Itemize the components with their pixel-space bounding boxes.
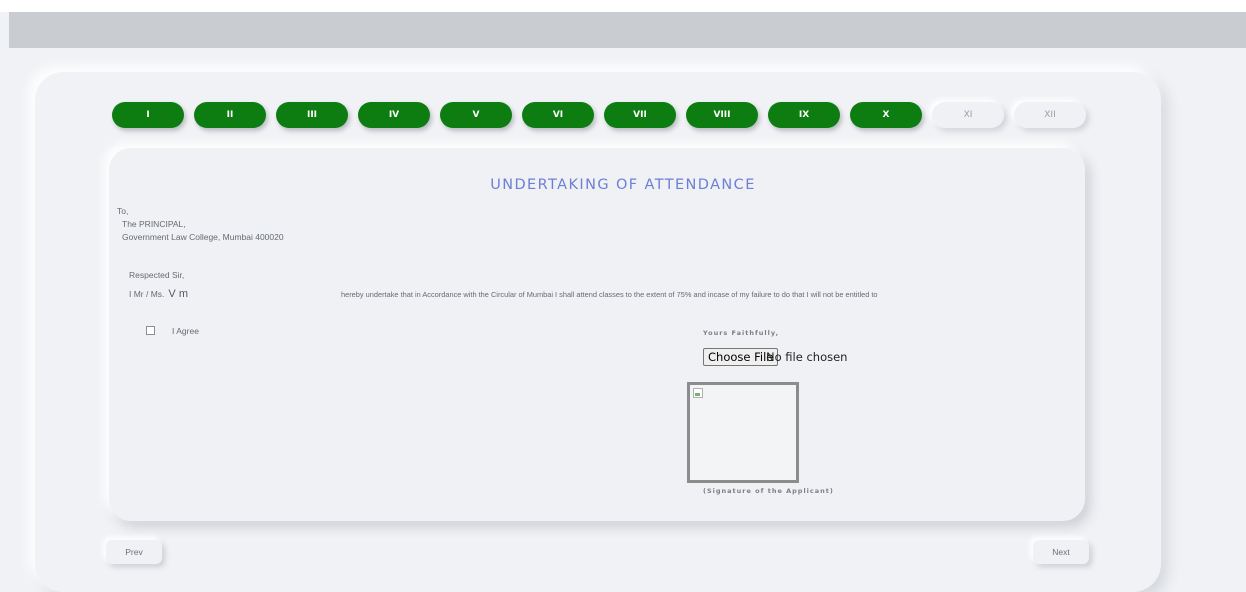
prev-button[interactable]: Prev [106, 540, 162, 564]
name-prefix: I Mr / Ms. [129, 289, 165, 299]
applicant-line: I Mr / Ms. V m [129, 288, 188, 300]
salutation: Respected Sir, [129, 270, 185, 280]
signature-preview [687, 382, 799, 483]
address-line-2: Government Law College, Mumbai 400020 [122, 232, 284, 242]
undertaking-text: hereby undertake that in Accordance with… [341, 290, 878, 299]
top-strip [0, 0, 1246, 12]
tab-step-9[interactable]: IX [768, 102, 840, 128]
tab-step-4[interactable]: IV [358, 102, 430, 128]
tab-step-2[interactable]: II [194, 102, 266, 128]
next-button[interactable]: Next [1033, 540, 1089, 564]
broken-image-icon [693, 388, 703, 398]
agree-label: I Agree [172, 326, 199, 336]
tab-step-12[interactable]: XII [1014, 102, 1086, 128]
tab-step-7[interactable]: VII [604, 102, 676, 128]
tab-step-5[interactable]: V [440, 102, 512, 128]
tab-step-1[interactable]: I [112, 102, 184, 128]
applicant-name: V m [168, 288, 188, 300]
tab-step-8[interactable]: VIII [686, 102, 758, 128]
undertaking-card [109, 148, 1085, 521]
address-line-1: The PRINCIPAL, [122, 219, 186, 229]
signature-caption: (Signature of the Applicant) [703, 487, 834, 495]
tab-step-10[interactable]: X [850, 102, 922, 128]
page-title: UNDERTAKING OF ATTENDANCE [490, 177, 756, 193]
yours-faithfully: Yours Faithfully, [703, 329, 780, 337]
agree-checkbox[interactable] [146, 326, 155, 335]
address-to: To, [117, 206, 129, 216]
header-bar [9, 12, 1246, 48]
file-status: No file chosen [766, 350, 848, 364]
tab-step-11[interactable]: XI [932, 102, 1004, 128]
tab-step-6[interactable]: VI [522, 102, 594, 128]
tab-step-3[interactable]: III [276, 102, 348, 128]
